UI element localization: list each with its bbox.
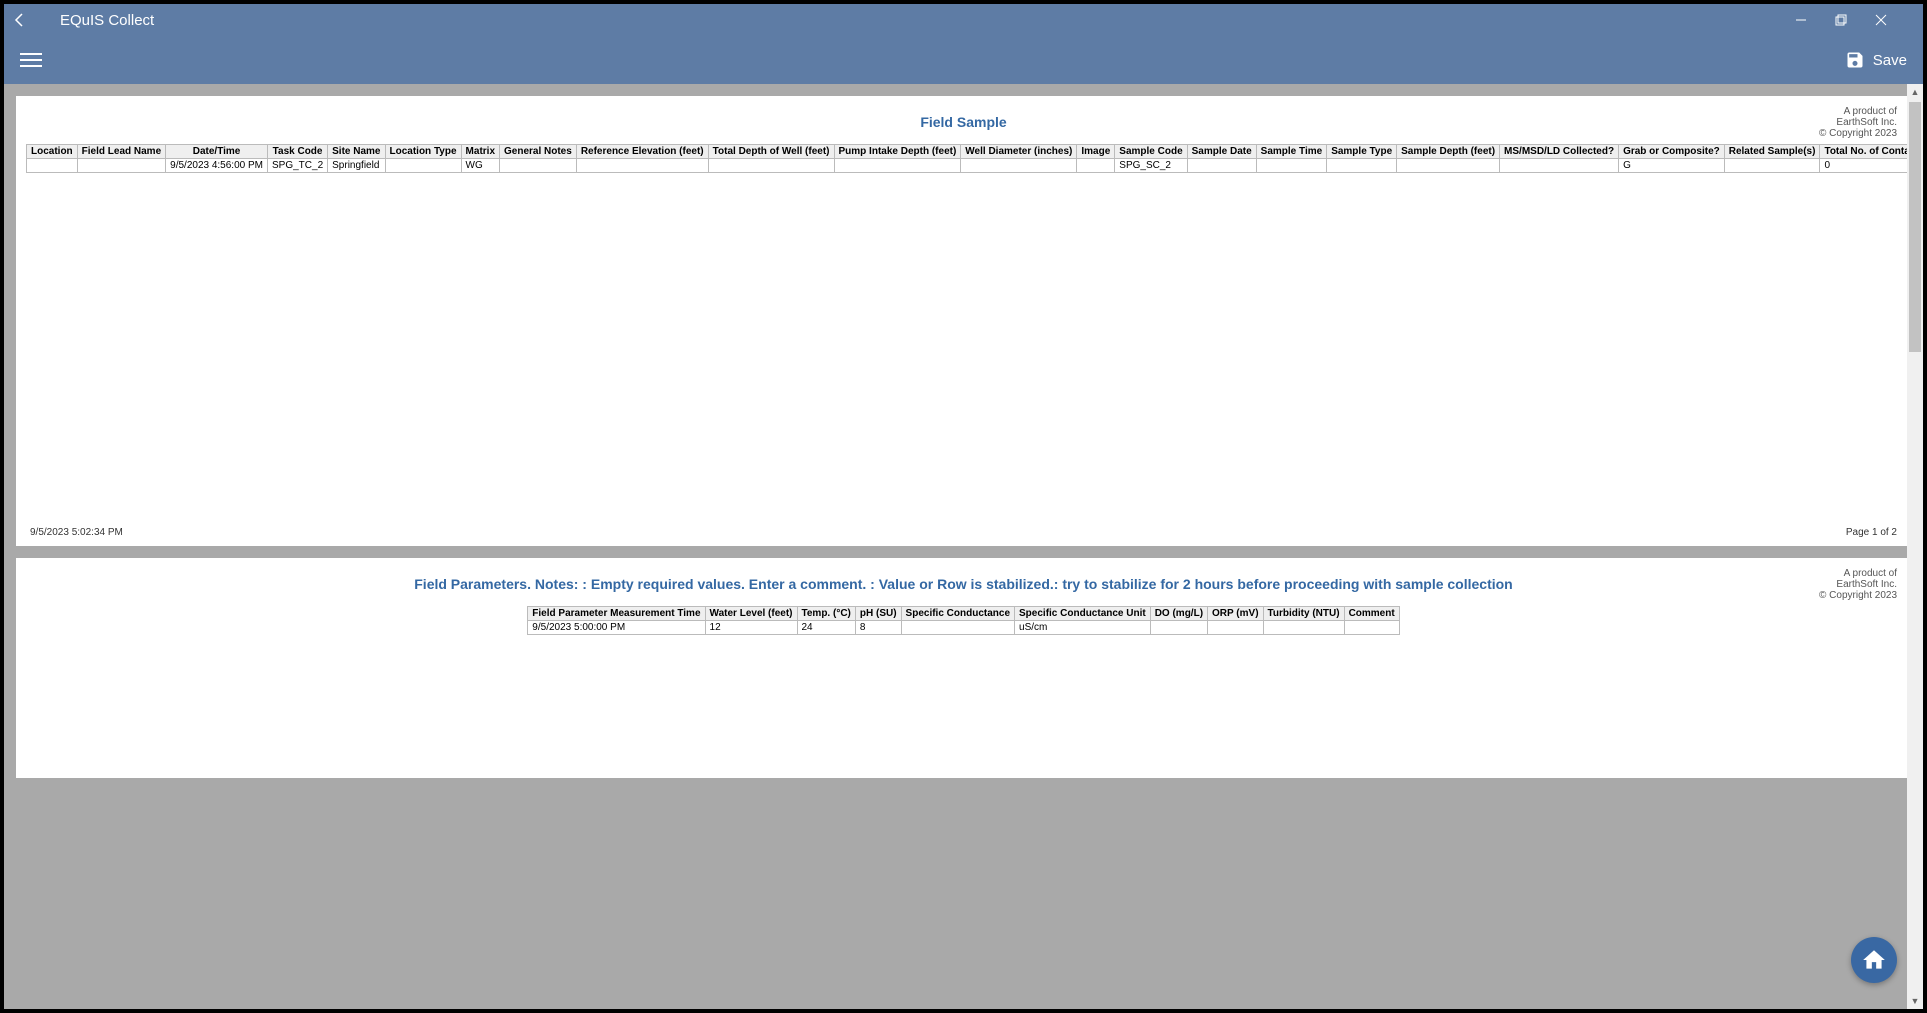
home-icon <box>1861 947 1887 973</box>
column-header: Grab or Composite? <box>1619 145 1725 159</box>
field-sample-table: LocationField Lead NameDate/TimeTask Cod… <box>26 144 1923 173</box>
scrollbar[interactable]: ▲ ▼ <box>1907 84 1923 1009</box>
table-cell <box>1263 621 1344 635</box>
meta-company: EarthSoft Inc. <box>1819 579 1897 590</box>
table-cell <box>1150 621 1207 635</box>
table-cell <box>1397 159 1500 173</box>
table-cell: 24 <box>797 621 855 635</box>
column-header: Task Code <box>268 145 328 159</box>
table-cell: uS/cm <box>1015 621 1151 635</box>
save-label: Save <box>1873 52 1907 69</box>
table-cell <box>1344 621 1399 635</box>
page-title: Field Parameters. Notes: : Empty require… <box>26 568 1901 606</box>
column-header: Sample Type <box>1327 145 1397 159</box>
column-header: Site Name <box>328 145 385 159</box>
table-cell <box>27 159 78 173</box>
column-header: Location <box>27 145 78 159</box>
column-header: Sample Date <box>1187 145 1256 159</box>
scrollbar-thumb[interactable] <box>1909 102 1921 352</box>
toolbar: Save <box>4 36 1923 84</box>
meta-product: A product of <box>1819 568 1897 579</box>
column-header: Related Sample(s) <box>1724 145 1820 159</box>
column-header: Well Diameter (inches) <box>961 145 1077 159</box>
field-parameters-table: Field Parameter Measurement TimeWater Le… <box>527 606 1399 635</box>
maximize-button[interactable] <box>1835 14 1875 26</box>
meta-copyright: © Copyright 2023 <box>1819 128 1897 139</box>
column-header: pH (SU) <box>855 607 901 621</box>
table-cell <box>1208 621 1264 635</box>
save-button[interactable]: Save <box>1845 50 1907 70</box>
footer-page-number: Page 1 of 2 <box>1846 527 1897 538</box>
column-header: Reference Elevation (feet) <box>576 145 708 159</box>
table-cell <box>961 159 1077 173</box>
content-area: A product of EarthSoft Inc. © Copyright … <box>4 84 1923 1009</box>
column-header: DO (mg/L) <box>1150 607 1207 621</box>
column-header: Total Depth of Well (feet) <box>708 145 834 159</box>
column-header: Sample Code <box>1115 145 1187 159</box>
app-title: EQuIS Collect <box>60 12 154 29</box>
table-cell: SPG_SC_2 <box>1115 159 1187 173</box>
column-header: General Notes <box>500 145 577 159</box>
column-header: Turbidity (NTU) <box>1263 607 1344 621</box>
column-header: MS/MSD/LD Collected? <box>1500 145 1619 159</box>
column-header: Temp. (°C) <box>797 607 855 621</box>
column-header: Matrix <box>461 145 499 159</box>
table-cell <box>708 159 834 173</box>
meta-company: EarthSoft Inc. <box>1819 117 1897 128</box>
page-title: Field Sample <box>26 106 1901 144</box>
page-meta: A product of EarthSoft Inc. © Copyright … <box>1819 106 1897 139</box>
column-header: Pump Intake Depth (feet) <box>834 145 961 159</box>
menu-button[interactable] <box>20 49 42 71</box>
table-cell: SPG_TC_2 <box>268 159 328 173</box>
table-cell <box>1327 159 1397 173</box>
table-cell <box>1500 159 1619 173</box>
table-cell: 9/5/2023 5:00:00 PM <box>528 621 705 635</box>
column-header: Sample Depth (feet) <box>1397 145 1500 159</box>
table-cell: Springfield <box>328 159 385 173</box>
table-cell <box>500 159 577 173</box>
save-icon <box>1845 50 1865 70</box>
minimize-button[interactable] <box>1795 14 1835 26</box>
column-header: Sample Time <box>1256 145 1327 159</box>
scroll-up-button[interactable]: ▲ <box>1907 84 1923 100</box>
column-header: Specific Conductance Unit <box>1015 607 1151 621</box>
column-header: Comment <box>1344 607 1399 621</box>
meta-product: A product of <box>1819 106 1897 117</box>
table-cell: 9/5/2023 4:56:00 PM <box>166 159 268 173</box>
back-button[interactable] <box>12 12 36 28</box>
table-cell <box>1724 159 1820 173</box>
table-cell <box>385 159 461 173</box>
report-page-2: A product of EarthSoft Inc. © Copyright … <box>16 558 1911 778</box>
table-cell <box>576 159 708 173</box>
table-cell <box>1077 159 1115 173</box>
table-cell <box>77 159 165 173</box>
footer-timestamp: 9/5/2023 5:02:34 PM <box>30 527 123 538</box>
page-meta: A product of EarthSoft Inc. © Copyright … <box>1819 568 1897 601</box>
table-cell <box>1256 159 1327 173</box>
column-header: Location Type <box>385 145 461 159</box>
scroll-down-button[interactable]: ▼ <box>1907 993 1923 1009</box>
column-header: ORP (mV) <box>1208 607 1264 621</box>
table-cell <box>834 159 961 173</box>
table-cell: G <box>1619 159 1725 173</box>
table-cell: 12 <box>705 621 797 635</box>
close-button[interactable] <box>1875 14 1915 26</box>
table-cell: WG <box>461 159 499 173</box>
column-header: Date/Time <box>166 145 268 159</box>
column-header: Specific Conductance <box>901 607 1014 621</box>
column-header: Field Lead Name <box>77 145 165 159</box>
home-button[interactable] <box>1851 937 1897 983</box>
column-header: Water Level (feet) <box>705 607 797 621</box>
table-cell: 8 <box>855 621 901 635</box>
column-header: Field Parameter Measurement Time <box>528 607 705 621</box>
column-header: Image <box>1077 145 1115 159</box>
report-page-1: A product of EarthSoft Inc. © Copyright … <box>16 96 1911 546</box>
titlebar: EQuIS Collect <box>4 4 1923 36</box>
meta-copyright: © Copyright 2023 <box>1819 590 1897 601</box>
table-cell <box>901 621 1014 635</box>
table-cell <box>1187 159 1256 173</box>
